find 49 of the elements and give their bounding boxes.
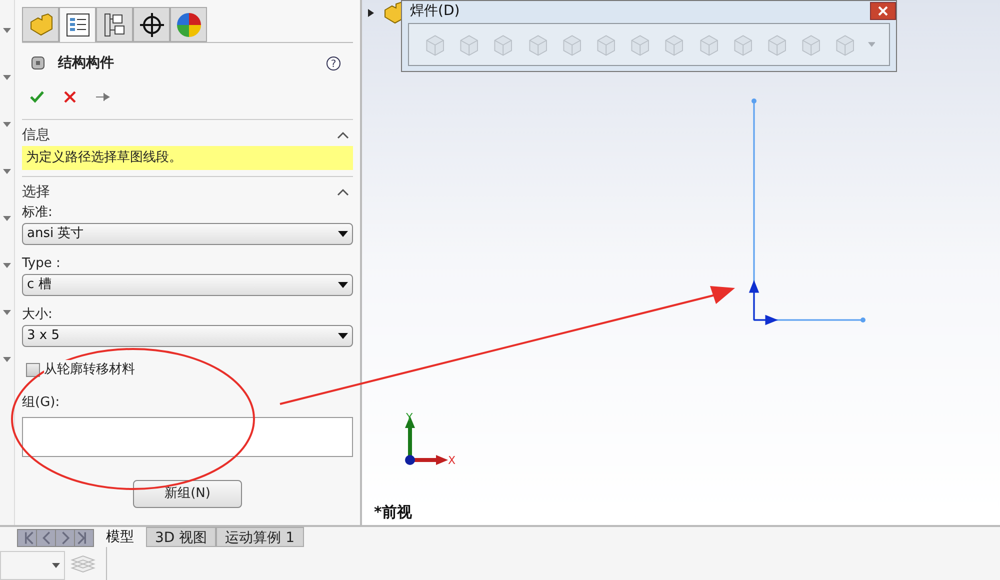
- field-label: Type :: [22, 255, 62, 273]
- feature-title: 结构构件: [58, 54, 114, 72]
- caret-icon[interactable]: [3, 216, 11, 221]
- dropdown-arrow-icon: [338, 231, 348, 237]
- group-list-field[interactable]: [22, 417, 353, 457]
- close-icon: [878, 6, 888, 16]
- color-ball-icon: [176, 12, 202, 38]
- info-message: 为定义路径选择草图线段。: [22, 146, 353, 170]
- dropdown-arrow-icon: [52, 563, 60, 568]
- close-button[interactable]: [870, 2, 896, 20]
- list-icon: [64, 12, 90, 38]
- check-icon[interactable]: [30, 91, 44, 103]
- panel-tab[interactable]: [96, 7, 133, 42]
- collapse-icon[interactable]: [337, 188, 349, 196]
- tree-icon: [102, 12, 128, 38]
- axis-label: Y: [406, 411, 413, 424]
- toolbar-title: 焊件(D): [410, 2, 460, 20]
- dropdown-arrow-icon: [338, 333, 348, 339]
- caret-icon[interactable]: [3, 122, 11, 127]
- field-label: 大小:: [22, 306, 54, 324]
- panel-tab[interactable]: [133, 7, 170, 42]
- caret-icon[interactable]: [3, 75, 11, 80]
- view-name: *前视: [374, 502, 412, 522]
- caret-icon[interactable]: [3, 263, 11, 268]
- help-icon[interactable]: ?: [326, 56, 341, 70]
- dropdown[interactable]: 3 x 5: [22, 325, 353, 347]
- dropdown[interactable]: ansi 英寸: [22, 223, 353, 245]
- cube-icon: [30, 55, 46, 71]
- view-tab[interactable]: 3D 视图: [146, 527, 216, 547]
- crosshair-icon: [138, 12, 164, 38]
- panel-tab[interactable]: [59, 7, 96, 42]
- dropdown-arrow-icon: [338, 282, 348, 288]
- field-label: 标准:: [22, 204, 54, 222]
- caret-icon[interactable]: [3, 169, 11, 174]
- part-icon: [28, 12, 54, 38]
- collapse-icon[interactable]: [337, 131, 349, 139]
- layers-icon[interactable]: [70, 554, 96, 574]
- expand-arrow-icon[interactable]: [368, 9, 374, 17]
- section-title: 选择: [22, 182, 50, 202]
- caret-icon[interactable]: [3, 357, 11, 362]
- checkbox[interactable]: [26, 362, 40, 377]
- new-group-button[interactable]: 新组(N): [133, 480, 242, 508]
- dropdown[interactable]: c 槽: [22, 274, 353, 296]
- section-title: 信息: [22, 126, 50, 144]
- view-tab[interactable]: 运动算例 1: [216, 527, 304, 547]
- caret-icon[interactable]: [3, 310, 11, 315]
- axis-label: X: [448, 454, 456, 467]
- close-icon[interactable]: [64, 91, 76, 103]
- caret-icon[interactable]: [3, 28, 11, 33]
